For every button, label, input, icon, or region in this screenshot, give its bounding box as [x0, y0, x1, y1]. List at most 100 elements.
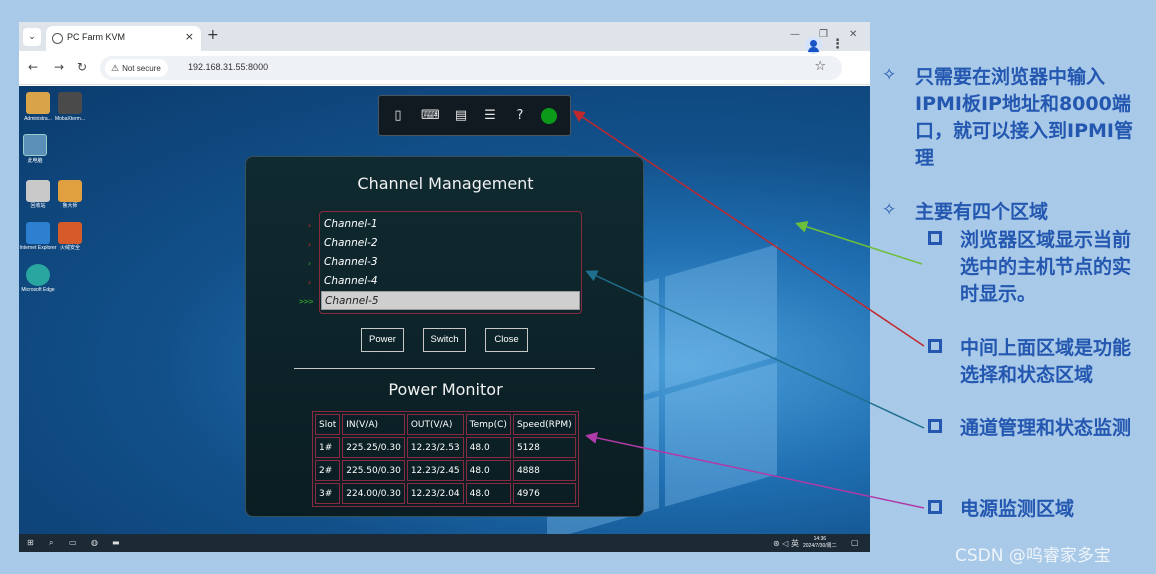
- desktop-app-icon[interactable]: [58, 180, 82, 202]
- header-cell: OUT(V/A): [406, 414, 464, 435]
- back-icon[interactable]: ←: [28, 60, 38, 74]
- tab-search-button[interactable]: ⌄: [23, 28, 41, 46]
- power-button[interactable]: Power: [361, 328, 404, 352]
- new-tab-button[interactable]: +: [207, 27, 219, 43]
- tab-bar: ⌄ PC Farm KVM × + — ❐ ✕: [19, 22, 870, 51]
- watermark: CSDN @呜睿家多宝: [955, 546, 1111, 566]
- cell: 48.0: [465, 483, 511, 504]
- minimize-button[interactable]: —: [790, 29, 800, 40]
- desktop-icon-label: 火绒安全: [59, 245, 80, 251]
- tab-close-button[interactable]: ×: [185, 30, 194, 43]
- list-icon[interactable]: ☰: [481, 107, 499, 125]
- url-text[interactable]: 192.168.31.55:8000: [188, 62, 268, 72]
- desktop-recycle-bin-icon[interactable]: [26, 180, 50, 202]
- restore-button[interactable]: ❐: [819, 29, 828, 40]
- note-channel-area: 通道管理和状态监测: [960, 417, 1132, 439]
- switch-button[interactable]: Switch: [423, 328, 466, 352]
- profile-avatar[interactable]: [805, 37, 822, 54]
- channel-5-marker: >>>: [299, 297, 314, 306]
- cell: 5128: [512, 437, 576, 458]
- header-cell: IN(V/A): [342, 414, 405, 435]
- task-view-icon[interactable]: ▭: [69, 538, 77, 547]
- note-browser-access: 只需要在浏览器中输入IPMI板IP地址和8000端口，就可以接入到IPMI管理: [915, 66, 1133, 169]
- power-monitor-title: Power Monitor: [388, 380, 503, 399]
- square-bullet-icon: [928, 419, 942, 433]
- bookmark-star-icon[interactable]: ☆: [814, 59, 826, 74]
- channel-3-marker: ›: [307, 259, 312, 268]
- channel-item[interactable]: Channel-2: [321, 234, 580, 253]
- notification-icon[interactable]: ▢: [851, 538, 859, 547]
- cell: 12.23/2.04: [406, 483, 464, 504]
- note-function-area: 中间上面区域是功能选择和状态区域: [960, 337, 1132, 386]
- warning-triangle-icon: ⚠: [111, 63, 120, 73]
- square-bullet-icon: [928, 339, 942, 353]
- help-icon[interactable]: ?: [511, 107, 529, 125]
- desktop-user-folder-icon[interactable]: [26, 92, 50, 114]
- mouse-icon[interactable]: ▯: [389, 107, 407, 125]
- diamond-bullet-icon: ✧: [882, 65, 897, 85]
- browser-menu-icon[interactable]: ⋮: [831, 37, 844, 52]
- cell: 48.0: [465, 460, 511, 481]
- kvm-management-panel: Channel Management › › › › >>> Channel-1…: [245, 156, 644, 517]
- table-row: 1# 225.25/0.30 12.23/2.53 48.0 5128: [315, 437, 576, 458]
- address-bar[interactable]: ⚠ Not secure 192.168.31.55:8000 ☆: [100, 56, 842, 80]
- desktop-icon-label: 鲁大师: [62, 203, 78, 209]
- channel-item-selected[interactable]: Channel-5: [321, 291, 580, 310]
- square-bullet-icon: [928, 231, 942, 245]
- channel-item[interactable]: Channel-3: [321, 253, 580, 272]
- power-monitor-table: Slot IN(V/A) OUT(V/A) Temp(C) Speed(RPM)…: [312, 411, 579, 507]
- channel-item[interactable]: Channel-4: [321, 272, 580, 291]
- keyboard-icon[interactable]: ⌨: [421, 107, 440, 125]
- tray-icons[interactable]: ⊛ ◁ 英: [773, 538, 799, 549]
- desktop-icon-label: MobaXterm...: [54, 116, 85, 122]
- cell: 48.0: [465, 437, 511, 458]
- window-close-button[interactable]: ✕: [849, 29, 857, 40]
- close-button[interactable]: Close: [485, 328, 528, 352]
- tab-pc-farm-kvm[interactable]: PC Farm KVM ×: [46, 26, 201, 51]
- table-header-row: Slot IN(V/A) OUT(V/A) Temp(C) Speed(RPM): [315, 414, 576, 435]
- explorer-taskbar-icon[interactable]: ▬: [112, 538, 120, 547]
- taskbar-clock[interactable]: 14:36 2024/7/30/周二: [803, 536, 837, 550]
- forward-icon[interactable]: →: [54, 60, 64, 74]
- remote-taskbar: ⊞ ⌕ ▭ ◍ ▬ ⊛ ◁ 英 14:36 2024/7/30/周二 ▢: [19, 534, 870, 552]
- globe-icon: [52, 33, 63, 44]
- edge-taskbar-icon[interactable]: ◍: [91, 538, 98, 547]
- browser-window: ⌄ PC Farm KVM × + — ❐ ✕ ← → ↻ ⚠ Not secur…: [19, 22, 870, 552]
- desktop-app-icon[interactable]: [58, 222, 82, 244]
- channel-management-title: Channel Management: [357, 174, 534, 193]
- clipboard-icon[interactable]: ▤: [452, 107, 470, 125]
- channel-list[interactable]: Channel-1 Channel-2 Channel-3 Channel-4 …: [319, 211, 582, 314]
- header-cell: Temp(C): [465, 414, 511, 435]
- clock-time: 14:36: [813, 536, 827, 542]
- header-cell: Slot: [315, 414, 341, 435]
- table-row: 3# 224.00/0.30 12.23/2.04 48.0 4976: [315, 483, 576, 504]
- desktop-computer-icon[interactable]: [23, 134, 47, 156]
- desktop-icon-label: 此电脑: [27, 158, 43, 164]
- cell: 4888: [512, 460, 576, 481]
- channel-2-marker: ›: [307, 240, 312, 249]
- cell: 1#: [315, 437, 341, 458]
- kvm-function-bar: ▯ ⌨ ▤ ☰ ?: [378, 95, 571, 136]
- cell: 4976: [512, 483, 576, 504]
- cell: 3#: [315, 483, 341, 504]
- channel-item[interactable]: Channel-1: [321, 215, 580, 234]
- cell: 2#: [315, 460, 341, 481]
- cell: 12.23/2.53: [406, 437, 464, 458]
- desktop-edge-icon[interactable]: [26, 264, 50, 286]
- cell: 225.25/0.30: [342, 437, 405, 458]
- start-icon[interactable]: ⊞: [27, 538, 34, 547]
- status-led-icon: [541, 108, 557, 124]
- security-label: Not secure: [122, 64, 161, 73]
- remote-desktop-view[interactable]: Administra... MobaXterm... 此电脑 回收站 鲁大师 I…: [19, 86, 870, 534]
- note-four-areas: 主要有四个区域: [915, 201, 1049, 223]
- desktop-app-icon[interactable]: [58, 92, 82, 114]
- note-power-area: 电源监测区域: [960, 498, 1075, 520]
- channel-4-marker: ›: [307, 278, 312, 287]
- security-chip[interactable]: ⚠ Not secure: [105, 59, 168, 77]
- cell: 12.23/2.45: [406, 460, 464, 481]
- reload-icon[interactable]: ↻: [77, 60, 87, 74]
- cell: 224.00/0.30: [342, 483, 405, 504]
- search-icon[interactable]: ⌕: [49, 538, 53, 548]
- desktop-internet-explorer-icon[interactable]: [26, 222, 50, 244]
- channel-1-marker: ›: [307, 221, 312, 230]
